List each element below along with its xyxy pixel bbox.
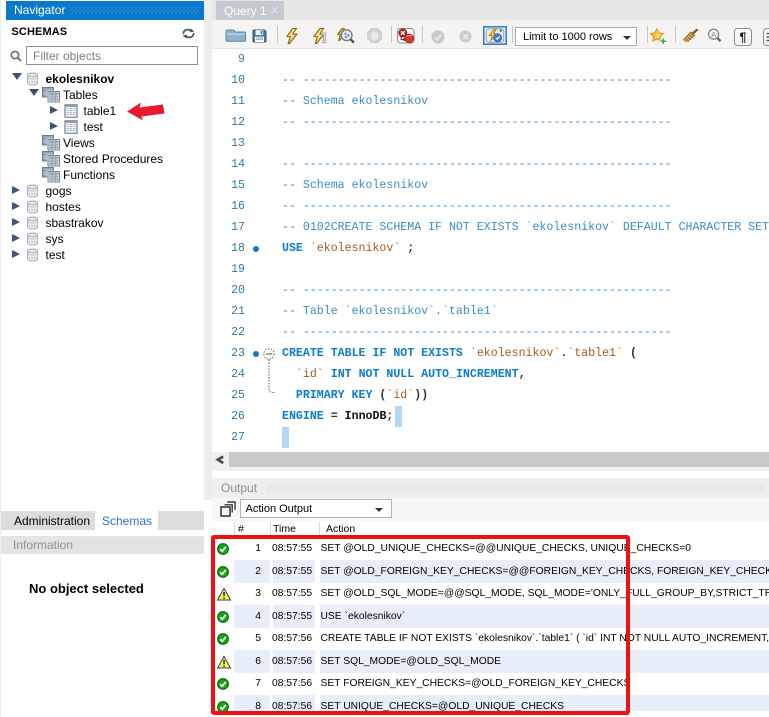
svg-text:¶: ¶ <box>740 30 747 44</box>
svg-text:A: A <box>711 30 716 39</box>
